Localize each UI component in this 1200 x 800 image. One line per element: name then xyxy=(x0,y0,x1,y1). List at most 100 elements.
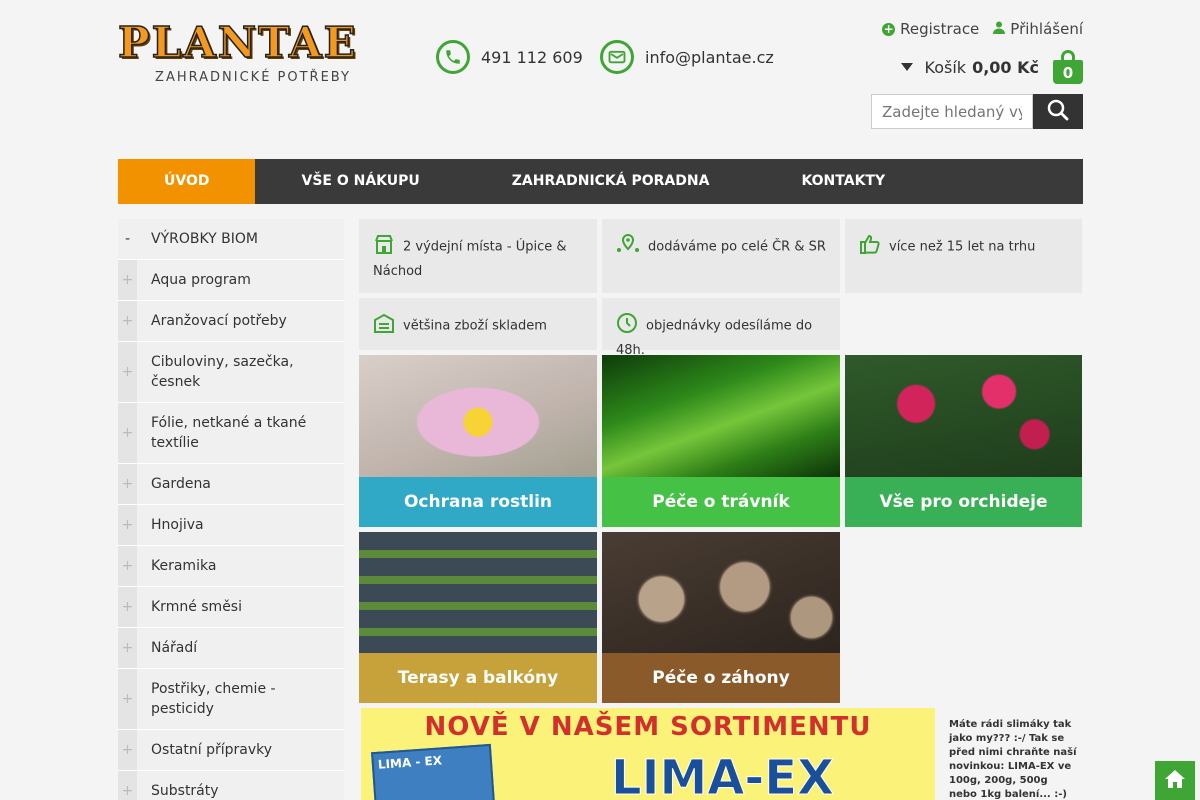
user-links: + Registrace Přihlášení xyxy=(882,20,1083,38)
logo[interactable]: PLANTAE ZAHRADNICKÉ POTŘEBY xyxy=(117,17,388,85)
expand-icon[interactable]: + xyxy=(118,505,137,545)
search-icon xyxy=(1047,99,1069,124)
sidebar-item-label: Gardena xyxy=(151,476,211,492)
register-link[interactable]: + Registrace xyxy=(882,20,979,38)
feature-pickup-points: 2 výdejní místa - Úpice & Náchod xyxy=(359,219,597,293)
page: PLANTAE ZAHRADNICKÉ POTŘEBY 491 112 609 … xyxy=(0,0,1200,800)
pack-label: LIMA - EX xyxy=(377,753,443,772)
search-form xyxy=(871,94,1083,129)
promo-banner[interactable]: NOVĚ V NAŠEM SORTIMENTU LIMA - EX LIMA-E… xyxy=(361,708,935,800)
tile-label: Ochrana rostlin xyxy=(359,477,597,527)
banner-headline: NOVĚ V NAŠEM SORTIMENTU xyxy=(424,712,872,742)
user-icon xyxy=(993,21,1006,38)
sidebar-item-label: Postřiky, chemie - pesticidy xyxy=(151,681,276,717)
feature-experience: více než 15 let na trhu xyxy=(845,219,1082,293)
tile-image-flower xyxy=(359,355,597,477)
feature-text: většina zboží skladem xyxy=(403,318,547,334)
expand-icon[interactable]: + xyxy=(118,771,137,800)
sidebar-item-keramika[interactable]: + Keramika xyxy=(118,546,344,587)
expand-icon[interactable]: + xyxy=(118,587,137,627)
expand-icon[interactable]: + xyxy=(118,628,137,668)
nav-item-kontakty[interactable]: KONTAKTY xyxy=(755,159,931,204)
category-tile-vse-pro-orchideje[interactable]: Vše pro orchideje xyxy=(845,355,1082,527)
expand-icon[interactable]: + xyxy=(118,342,137,402)
home-icon xyxy=(1163,768,1187,794)
expand-icon[interactable]: + xyxy=(118,546,137,586)
nav-item-zahradnicka-poradna[interactable]: ZAHRADNICKÁ PORADNA xyxy=(466,159,756,204)
thumbs-up-icon xyxy=(859,233,881,261)
sidebar-item-postriky[interactable]: + Postřiky, chemie - pesticidy xyxy=(118,669,344,730)
scroll-to-top-button[interactable] xyxy=(1155,761,1195,800)
tile-label: Vše pro orchideje xyxy=(845,477,1082,527)
tile-image-red-plant xyxy=(845,355,1082,477)
sidebar-item-label: Cibuloviny, sazečka, česnek xyxy=(151,354,294,390)
login-link[interactable]: Přihlášení xyxy=(993,20,1083,38)
feature-delivery: dodáváme po celé ČR & SR xyxy=(602,219,840,293)
category-tile-pece-o-zahony[interactable]: Péče o záhony xyxy=(602,532,840,703)
tile-image-seedlings xyxy=(602,532,840,654)
email-address: info@plantae.cz xyxy=(645,47,774,67)
sidebar-item-label: Krmné směsi xyxy=(151,599,242,615)
plus-icon: + xyxy=(882,21,896,36)
expand-icon[interactable]: + xyxy=(118,730,137,770)
register-label: Registrace xyxy=(900,20,980,38)
expand-icon[interactable]: + xyxy=(118,464,137,504)
nav-item-uvod[interactable]: ÚVOD xyxy=(118,159,256,204)
expand-icon[interactable]: + xyxy=(118,669,137,729)
contact-email[interactable]: info@plantae.cz xyxy=(600,40,774,74)
collapse-icon[interactable]: - xyxy=(118,219,137,259)
sidebar-item-hnojiva[interactable]: + Hnojiva xyxy=(118,505,344,546)
sidebar-item-label: Aqua program xyxy=(151,272,251,288)
shopping-bag-icon: 0 xyxy=(1053,50,1083,84)
news-text: Máte rádi slimáky tak jako my??? :-/ Tak… xyxy=(949,719,1077,800)
logo-subtitle: ZAHRADNICKÉ POTŘEBY xyxy=(155,70,351,85)
sidebar-item-gardena[interactable]: + Gardena xyxy=(118,464,344,505)
tile-label: Péče o trávník xyxy=(602,477,840,527)
feature-text: 2 výdejní místa - Úpice & Náchod xyxy=(373,239,567,280)
category-tile-pece-o-travnik[interactable]: Péče o trávník xyxy=(602,355,840,527)
sidebar-item-vyrobky-biom[interactable]: - VÝROBKY BIOM xyxy=(118,219,344,260)
feature-text: objednávky odesíláme do 48h. xyxy=(616,318,813,359)
nav-item-vse-o-nakupu[interactable]: VŠE O NÁKUPU xyxy=(255,159,465,204)
logo-text: PLANTAE xyxy=(117,17,358,68)
expand-icon[interactable]: + xyxy=(118,260,137,300)
sidebar-item-label: Substráty xyxy=(151,783,219,799)
tile-label: Terasy a balkóny xyxy=(359,653,597,703)
sidebar-item-cibuloviny[interactable]: + Cibuloviny, sazečka, česnek xyxy=(118,342,344,403)
sidebar-item-label: Keramika xyxy=(151,558,217,574)
sidebar-item-ostatni-pripravky[interactable]: + Ostatní přípravky xyxy=(118,730,344,771)
category-tile-ochrana-rostlin[interactable]: Ochrana rostlin xyxy=(359,355,597,527)
tile-image-balconies xyxy=(359,532,597,654)
expand-icon[interactable]: + xyxy=(118,301,137,341)
tile-image-grass xyxy=(602,355,840,477)
cart-label: Košík xyxy=(924,57,967,77)
warehouse-icon xyxy=(373,312,395,340)
tile-label: Péče o záhony xyxy=(602,653,840,703)
phone-icon xyxy=(436,40,470,74)
sidebar-item-aqua-program[interactable]: + Aqua program xyxy=(118,260,344,301)
sidebar-item-folie[interactable]: + Fólie, netkané a tkané textílie xyxy=(118,403,344,464)
search-input[interactable] xyxy=(871,94,1033,129)
expand-icon[interactable]: + xyxy=(118,403,137,463)
search-button[interactable] xyxy=(1033,94,1083,129)
login-label: Přihlášení xyxy=(1010,20,1083,38)
feature-text: dodáváme po celé ČR & SR xyxy=(648,239,826,255)
caret-down-icon xyxy=(900,63,913,71)
cart-count: 0 xyxy=(1053,60,1083,84)
sidebar-item-naradi[interactable]: + Nářadí xyxy=(118,628,344,669)
cart[interactable]: Košík 0,00 Kč 0 xyxy=(900,50,1083,84)
sidebar-item-label: Hnojiva xyxy=(151,517,204,533)
contact-phone[interactable]: 491 112 609 xyxy=(436,40,583,74)
main-nav: ÚVOD VŠE O NÁKUPU ZAHRADNICKÁ PORADNA KO… xyxy=(118,159,1083,204)
phone-number: 491 112 609 xyxy=(481,47,583,67)
sidebar-item-krmne-smesi[interactable]: + Krmné směsi xyxy=(118,587,344,628)
category-tile-terasy-a-balkony[interactable]: Terasy a balkóny xyxy=(359,532,597,703)
sidebar-item-substraty[interactable]: + Substráty xyxy=(118,771,344,800)
sidebar-item-label: Aranžovací potřeby xyxy=(151,313,287,329)
sidebar-item-label: Ostatní přípravky xyxy=(151,742,273,758)
map-pin-icon xyxy=(616,233,640,261)
store-icon xyxy=(373,233,395,261)
feature-shipping-time: objednávky odesíláme do 48h. xyxy=(602,298,840,358)
mail-icon xyxy=(600,40,634,74)
sidebar-item-aranzovaci-potreby[interactable]: + Aranžovací potřeby xyxy=(118,301,344,342)
